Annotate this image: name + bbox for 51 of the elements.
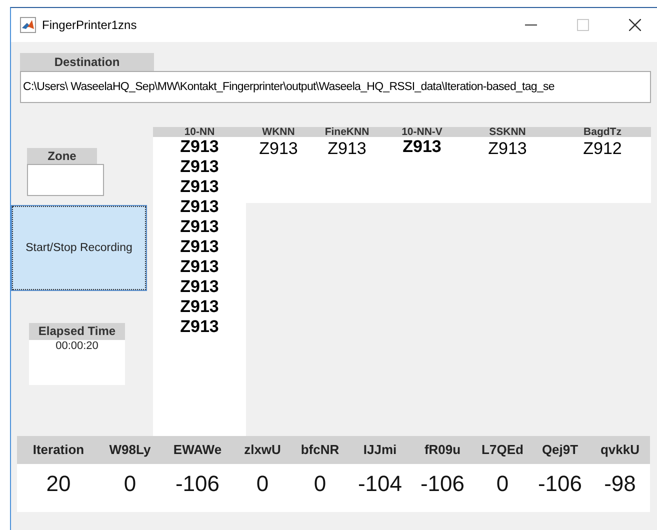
- column-header: Iteration: [17, 436, 100, 464]
- table-cell: -106: [160, 464, 235, 512]
- zone-value: Z912: [582, 138, 623, 159]
- table-cell: 20: [17, 464, 100, 512]
- destination-label: Destination: [20, 53, 154, 71]
- table-cell: 0: [290, 464, 350, 512]
- table-cell: 0: [235, 464, 290, 512]
- window-title: FingerPrinter1zns: [42, 18, 137, 32]
- table-cell: -106: [410, 464, 475, 512]
- path-field[interactable]: C:\Users\ WaseelaHQ_Sep\MW\Kontakt_Fingerprinter\output\Waseela_HQ_RSSI_data\Iteration-based_tag_se: [20, 71, 651, 103]
- column-header: BagdTz: [554, 127, 651, 137]
- table-cell: 0: [475, 464, 530, 512]
- column-header: fR09u: [410, 436, 475, 464]
- zone-value: Z913: [402, 137, 442, 157]
- column-header: EWAWe: [160, 436, 235, 464]
- app-logo-icon: [20, 17, 36, 33]
- zone-value: Z913: [326, 138, 368, 159]
- zone-field[interactable]: [27, 164, 104, 196]
- zone-value: Z913: [487, 138, 528, 159]
- column-header: 10-NN: [153, 127, 246, 137]
- column-header: 10-NN-V: [383, 127, 461, 137]
- column-header: SSKNN: [461, 127, 554, 137]
- elapsed-label: Elapsed Time: [29, 323, 125, 340]
- table-cell: 0: [100, 464, 160, 512]
- table-cell: -104: [350, 464, 410, 512]
- close-icon[interactable]: [629, 19, 641, 31]
- zone-value: Z913: [179, 137, 220, 157]
- column-header: qvkkU: [590, 436, 650, 464]
- zone-value: Z913: [179, 217, 220, 237]
- elapsed-field: 00:00:20: [29, 340, 125, 385]
- column-header: FineKNN: [311, 127, 383, 137]
- zone-label: Zone: [27, 148, 97, 164]
- zone-value: Z913: [258, 138, 299, 159]
- zone-value: Z913: [179, 257, 220, 277]
- zone-value: Z913: [179, 157, 220, 177]
- column-header: bfcNR: [290, 436, 350, 464]
- column-header: IJJmi: [350, 436, 410, 464]
- column-header: WKNN: [246, 127, 311, 137]
- zone-value: Z913: [179, 277, 220, 297]
- column-header: zlxwU: [235, 436, 290, 464]
- zone-value: Z913: [179, 177, 220, 197]
- record-button[interactable]: Start/Stop Recording: [12, 206, 146, 290]
- column-header: Qej9T: [530, 436, 590, 464]
- table-cell: -98: [590, 464, 650, 512]
- zone-value: Z913: [179, 317, 220, 337]
- column-header: W98Ly: [100, 436, 160, 464]
- zone-value: Z913: [179, 297, 220, 317]
- zone-value: Z913: [179, 237, 220, 257]
- zone-value: Z913: [179, 197, 220, 217]
- table-cell: -106: [530, 464, 590, 512]
- column-header: L7QEd: [475, 436, 530, 464]
